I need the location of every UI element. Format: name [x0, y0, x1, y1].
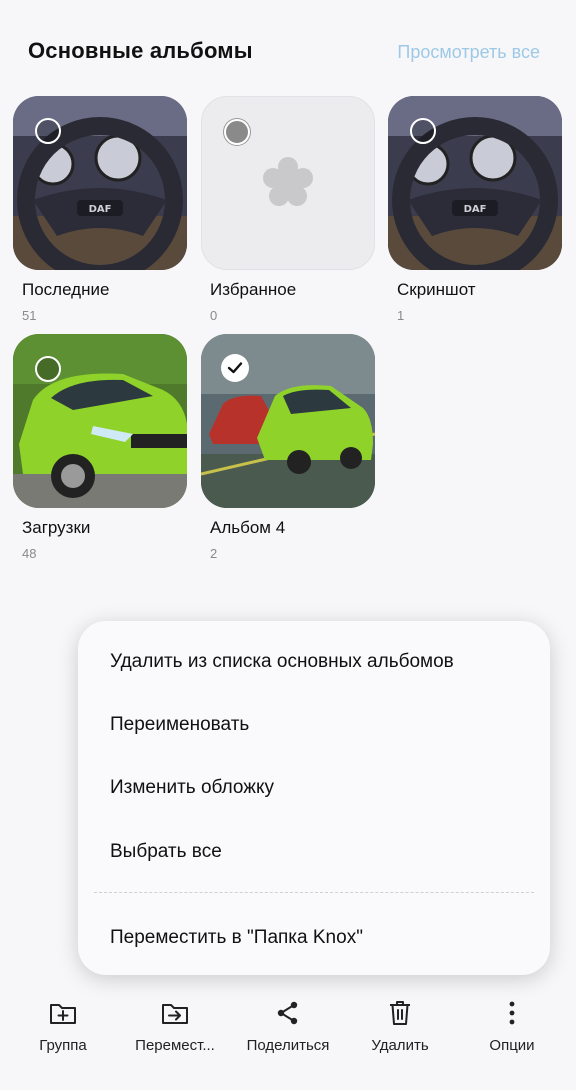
- view-all-link[interactable]: Просмотреть все: [397, 42, 540, 63]
- svg-text:DAF: DAF: [89, 204, 112, 215]
- album-favorites[interactable]: Избранное 0: [201, 96, 375, 323]
- delete-label: Удалить: [371, 1037, 429, 1054]
- album-screenshots[interactable]: DAF Скриншот 1: [388, 96, 562, 323]
- album-count: 51: [22, 308, 37, 323]
- menu-item-change-cover[interactable]: Изменить обложку: [110, 777, 274, 799]
- group-button[interactable]: Группа: [8, 995, 118, 1054]
- menu-item-remove-from-essential[interactable]: Удалить из списка основных альбомов: [110, 651, 454, 673]
- move-folder-icon: [120, 995, 230, 1031]
- album-recent[interactable]: DAF Последние 51: [13, 96, 187, 323]
- album-thumbnail[interactable]: [201, 96, 375, 270]
- select-checkbox[interactable]: [35, 118, 61, 144]
- album-name: Последние: [22, 280, 110, 299]
- album-count: 48: [22, 546, 37, 561]
- album-count: 1: [397, 308, 405, 323]
- album-4[interactable]: Альбом 4 2: [201, 334, 375, 561]
- options-button[interactable]: Опции: [457, 995, 567, 1054]
- menu-item-rename[interactable]: Переименовать: [110, 714, 249, 736]
- more-vertical-icon: [457, 995, 567, 1031]
- album-name: Загрузки: [22, 518, 91, 537]
- share-icon: [233, 995, 343, 1031]
- context-menu: Удалить из списка основных альбомов Пере…: [78, 621, 550, 975]
- albums-header: Основные альбомы Просмотреть все: [28, 38, 540, 70]
- share-label: Поделиться: [246, 1037, 330, 1054]
- bottom-toolbar: Группа Перемест... Поделиться Удалить Оп…: [0, 995, 576, 1065]
- share-button[interactable]: Поделиться: [233, 995, 343, 1054]
- menu-item-select-all[interactable]: Выбрать все: [110, 841, 222, 863]
- add-folder-icon: [8, 995, 118, 1031]
- album-thumbnail[interactable]: DAF: [13, 96, 187, 270]
- album-count: 2: [210, 546, 218, 561]
- move-label: Перемест...: [135, 1037, 215, 1054]
- album-thumbnail[interactable]: [201, 334, 375, 508]
- options-label: Опции: [489, 1037, 535, 1054]
- album-name: Скриншот: [397, 280, 476, 299]
- svg-text:DAF: DAF: [464, 204, 487, 215]
- selected-checkmark[interactable]: [221, 354, 249, 382]
- album-downloads[interactable]: Загрузки 48: [13, 334, 187, 561]
- group-label: Группа: [39, 1037, 87, 1054]
- delete-button[interactable]: Удалить: [345, 995, 455, 1054]
- album-name: Избранное: [210, 280, 297, 299]
- select-checkbox[interactable]: [35, 356, 61, 382]
- trash-icon: [345, 995, 455, 1031]
- menu-item-move-to-knox[interactable]: Переместить в "Папка Knox": [110, 927, 363, 949]
- move-button[interactable]: Перемест...: [120, 995, 230, 1054]
- checkmark-icon: [227, 362, 243, 374]
- menu-divider: [94, 892, 534, 893]
- page-title: Основные альбомы: [28, 38, 253, 63]
- album-thumbnail[interactable]: [13, 334, 187, 508]
- select-checkbox[interactable]: [410, 118, 436, 144]
- select-checkbox[interactable]: [224, 119, 250, 145]
- album-thumbnail[interactable]: DAF: [388, 96, 562, 270]
- album-name: Альбом 4: [210, 518, 286, 537]
- album-count: 0: [210, 308, 218, 323]
